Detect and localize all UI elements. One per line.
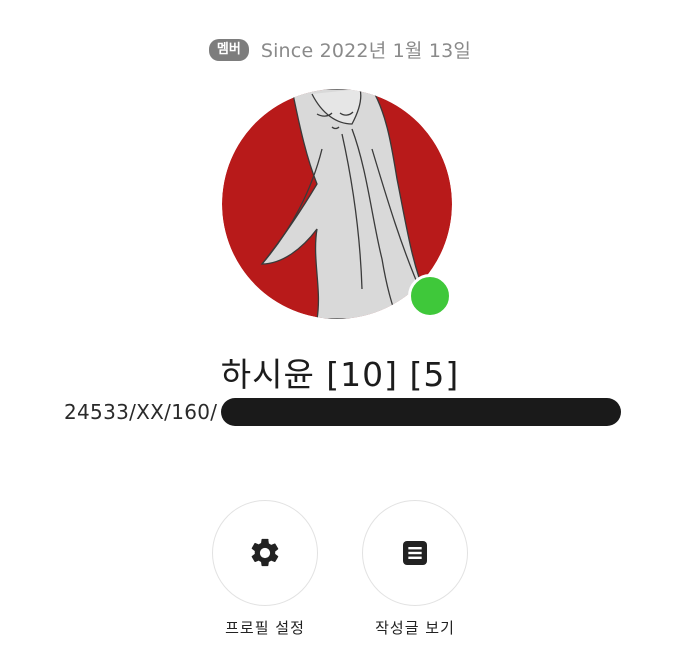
member-badge: 멤버 bbox=[208, 38, 249, 61]
profile-name: 하시윤 [10] [5] bbox=[220, 355, 460, 394]
redaction-bar bbox=[221, 398, 622, 426]
profile-settings-circle[interactable] bbox=[212, 500, 318, 606]
gear-icon bbox=[251, 538, 279, 567]
profile-settings-button[interactable]: 프로필 설정 bbox=[212, 500, 318, 638]
avatar-container[interactable] bbox=[222, 89, 452, 319]
profile-subinfo: 24533/XX/160/ bbox=[64, 400, 218, 424]
profile-settings-label: 프로필 설정 bbox=[225, 619, 305, 637]
document-icon bbox=[403, 541, 427, 565]
member-info-row: 멤버 Since 2022년 1월 13일 bbox=[0, 36, 680, 63]
view-posts-circle[interactable] bbox=[362, 500, 468, 606]
view-posts-button[interactable]: 작성글 보기 bbox=[362, 500, 468, 638]
join-date: Since 2022년 1월 13일 bbox=[260, 40, 472, 62]
profile-subinfo-row: 24533/XX/160/ bbox=[64, 398, 622, 426]
online-status-indicator bbox=[408, 274, 452, 318]
view-posts-label: 작성글 보기 bbox=[375, 619, 455, 637]
